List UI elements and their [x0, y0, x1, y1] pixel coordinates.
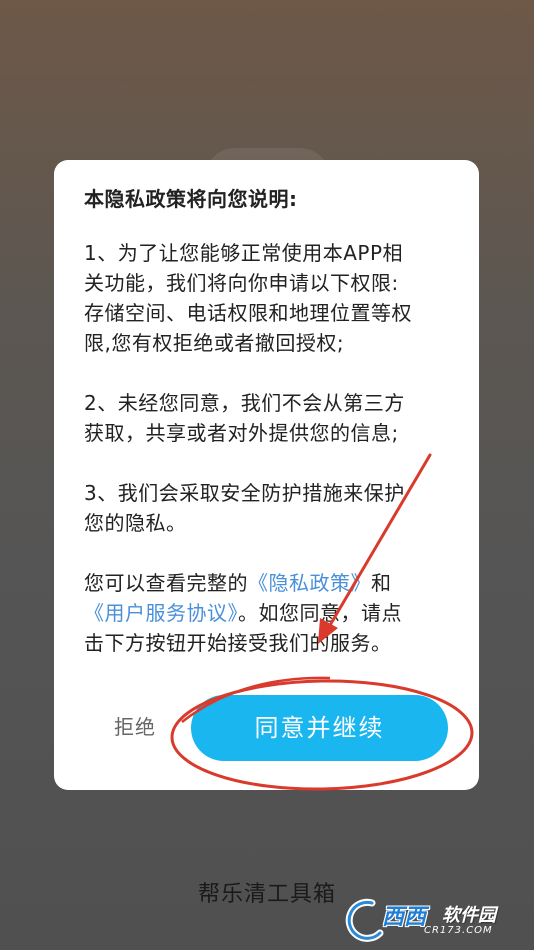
policy-item-1-line-4: 限,您有权拒绝或者撤回授权; — [84, 331, 345, 355]
policy-item-1-line-1: 1、为了让您能够正常使用本APP相 — [84, 241, 404, 265]
policy-item-3-line-1: 3、我们会采取安全防护措施来保护 — [84, 481, 405, 505]
policy-item-2: 2、未经您同意，我们不会从第三方 获取，共享或者对外提供您的信息; — [84, 388, 449, 448]
policy-footer-line-1: 您可以查看完整的《隐私政策》和 — [84, 568, 449, 598]
dialog-title: 本隐私政策将向您说明: — [84, 187, 298, 211]
footer-and: 和 — [371, 571, 392, 595]
footer-suffix: 。如您同意，请点 — [238, 601, 402, 625]
agree-continue-button[interactable]: 同意并继续 — [191, 695, 448, 761]
policy-item-1-line-3: 存储空间、电话权限和地理位置等权 — [84, 301, 412, 325]
policy-footer-line-3: 击下方按钮开始接受我们的服务。 — [84, 631, 392, 655]
site-watermark: 西西 软件园 CR173.COM — [342, 895, 522, 945]
button-row: 拒绝 同意并继续 — [54, 695, 479, 761]
policy-item-3-line-2: 您的隐私。 — [84, 511, 187, 535]
policy-footer-line-2: 《用户服务协议》。如您同意，请点 — [84, 598, 449, 628]
policy-item-1-line-2: 关功能，我们将向你申请以下权限: — [84, 271, 399, 295]
footer-prefix: 您可以查看完整的 — [84, 571, 248, 595]
privacy-policy-link[interactable]: 《隐私政策》 — [248, 571, 371, 595]
policy-item-2-line-1: 2、未经您同意，我们不会从第三方 — [84, 391, 405, 415]
privacy-dialog: 本隐私政策将向您说明: 1、为了让您能够正常使用本APP相 关功能，我们将向你申… — [54, 160, 479, 790]
policy-item-3: 3、我们会采取安全防护措施来保护 您的隐私。 — [84, 478, 449, 538]
watermark-domain: CR173.COM — [424, 925, 493, 936]
policy-footer: 您可以查看完整的《隐私政策》和 《用户服务协议》。如您同意，请点 击下方按钮开始… — [84, 568, 449, 658]
watermark-brand: 西西 — [382, 905, 427, 930]
watermark-name: 软件园 — [442, 905, 496, 926]
user-agreement-link[interactable]: 《用户服务协议》 — [84, 601, 238, 625]
policy-item-2-line-2: 获取，共享或者对外提供您的信息; — [84, 421, 399, 445]
refuse-button[interactable]: 拒绝 — [114, 711, 156, 740]
policy-item-1: 1、为了让您能够正常使用本APP相 关功能，我们将向你申请以下权限: 存储空间、… — [84, 238, 449, 358]
